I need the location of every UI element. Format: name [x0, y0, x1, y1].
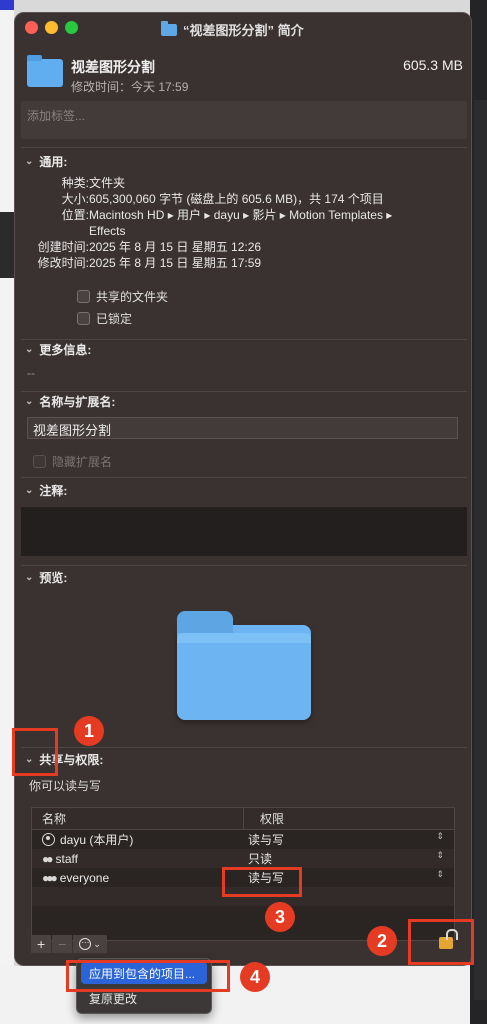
item-name: 视差图形分割: [71, 59, 155, 75]
name-field[interactable]: 视差图形分割: [27, 417, 458, 439]
locked-checkbox[interactable]: 已锁定: [77, 310, 132, 327]
group-icon: ●●●: [42, 870, 58, 885]
chevron-down-icon: ⌄: [25, 572, 34, 583]
title-bar: “视差图形分割” 简介: [15, 13, 471, 43]
comments-field[interactable]: [21, 507, 467, 556]
section-comments-label: 注释:: [39, 484, 68, 498]
column-permission-header[interactable]: 权限: [244, 810, 284, 827]
annotation-number: 2: [367, 926, 397, 956]
hide-extension-checkbox[interactable]: 隐藏扩展名: [33, 453, 112, 470]
general-row: 创建时间:2025 年 8 月 15 日 星期五 12:26: [37, 240, 262, 254]
annotation-box: [12, 728, 58, 776]
divider: [21, 147, 467, 148]
annotation-box: [222, 867, 302, 897]
annotation-box: [66, 960, 230, 992]
divider: [21, 391, 467, 392]
permission-buttons: + − ⋯ ⌄: [31, 935, 107, 953]
table-row-empty: [32, 906, 454, 925]
item-size: 605.3 MB: [403, 57, 463, 73]
background-sidebar-strip: [474, 100, 487, 1000]
divider: [21, 477, 467, 478]
remove-button[interactable]: −: [52, 935, 73, 953]
user-icon: [42, 833, 55, 846]
annotation-number: 1: [74, 716, 104, 746]
item-modified: 修改时间：今天 17:59: [71, 80, 189, 94]
window-title-text: “视差图形分割” 简介: [183, 23, 304, 38]
background-dark-panel: [0, 212, 14, 278]
updown-arrows-icon: ⇕: [436, 850, 444, 860]
chevron-down-icon: ⌄: [93, 938, 101, 949]
shared-folder-checkbox[interactable]: 共享的文件夹: [77, 288, 168, 305]
table-row[interactable]: dayu (本用户) 读与写 ⇕: [32, 830, 454, 849]
window-title: “视差图形分割” 简介: [161, 20, 304, 39]
divider: [21, 565, 467, 566]
get-info-window: “视差图形分割” 简介 视差图形分割 修改时间：今天 17:59 605.3 M…: [14, 12, 472, 966]
background-menubar-fragment: [0, 0, 14, 10]
tags-input[interactable]: 添加标签...: [21, 101, 467, 139]
add-button[interactable]: +: [31, 935, 52, 953]
chevron-down-icon: ⌄: [25, 396, 34, 407]
updown-arrows-icon: ⇕: [436, 831, 444, 841]
section-preview-label: 预览:: [39, 571, 68, 585]
folder-preview-icon: [177, 611, 311, 720]
zoom-button[interactable]: [65, 21, 78, 34]
general-row: 位置:Macintosh HD ▸ 用户 ▸ dayu ▸ 影片 ▸ Motio…: [61, 208, 393, 222]
section-more-info-label: 更多信息:: [39, 343, 92, 357]
section-comments[interactable]: ⌄ 注释:: [25, 482, 67, 499]
table-header: 名称 权限: [32, 808, 454, 830]
permission-popup[interactable]: 读与写 ⇕: [244, 831, 454, 848]
general-row: 大小:605,300,060 字节 (磁盘上的 605.6 MB)，共 174 …: [61, 192, 384, 206]
section-general-label: 通用:: [39, 155, 68, 169]
column-name-header[interactable]: 名称: [32, 808, 244, 829]
background-window-left: [0, 0, 14, 1024]
general-row: 种类:文件夹: [61, 176, 126, 190]
folder-icon: [161, 20, 177, 36]
close-button[interactable]: [25, 21, 38, 34]
divider: [21, 747, 467, 748]
minimize-button[interactable]: [45, 21, 58, 34]
folder-icon: [27, 55, 63, 87]
annotation-number: 3: [265, 902, 295, 932]
section-name-ext[interactable]: ⌄ 名称与扩展名:: [25, 393, 115, 410]
ellipsis-icon: ⋯: [79, 938, 92, 950]
permission-status: 你可以读与写: [29, 779, 102, 793]
section-name-ext-label: 名称与扩展名:: [39, 395, 116, 409]
group-icon: ●●: [42, 851, 53, 866]
divider: [21, 339, 467, 340]
chevron-down-icon: ⌄: [25, 485, 34, 496]
section-more-info[interactable]: ⌄ 更多信息:: [25, 341, 91, 358]
annotation-number: 4: [240, 962, 270, 992]
section-preview[interactable]: ⌄ 预览:: [25, 569, 67, 586]
action-menu-button[interactable]: ⋯ ⌄: [73, 935, 107, 953]
chevron-down-icon: ⌄: [25, 344, 34, 355]
permission-popup[interactable]: 只读 ⇕: [244, 850, 454, 867]
table-row[interactable]: ●● staff 只读 ⇕: [32, 849, 454, 868]
updown-arrows-icon: ⇕: [436, 869, 444, 879]
annotation-box: [408, 919, 474, 965]
section-general[interactable]: ⌄ 通用:: [25, 153, 67, 170]
general-row: Effects: [89, 224, 126, 238]
general-row: 修改时间:2025 年 8 月 15 日 星期五 17:59: [37, 256, 262, 270]
more-info-value: --: [27, 366, 35, 380]
chevron-down-icon: ⌄: [25, 156, 34, 167]
